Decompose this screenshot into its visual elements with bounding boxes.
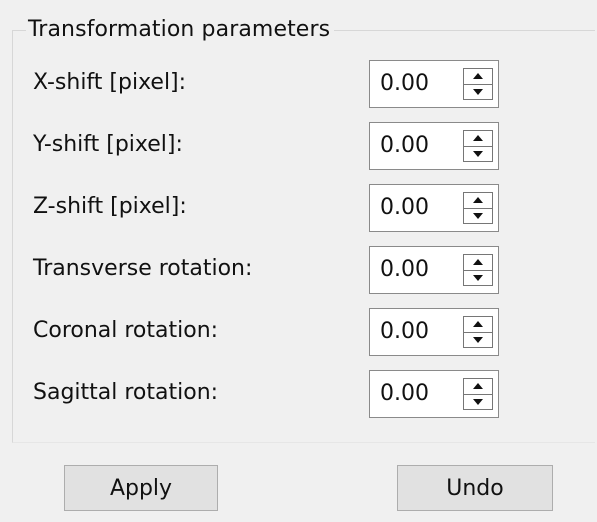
y-shift-value[interactable]: 0.00: [380, 129, 429, 163]
transverse-rotation-spinbox[interactable]: 0.00: [369, 246, 499, 294]
transverse-rotation-increment-button[interactable]: [464, 255, 492, 271]
sagittal-rotation-decrement-button[interactable]: [464, 395, 492, 410]
undo-button[interactable]: Undo: [397, 465, 553, 511]
arrow-down-icon: [473, 151, 483, 157]
y-shift-row: Y-shift [pixel]: 0.00: [0, 122, 597, 170]
transverse-rotation-spin-buttons: [463, 254, 493, 286]
x-shift-spinbox[interactable]: 0.00: [369, 60, 499, 108]
y-shift-spin-buttons: [463, 130, 493, 162]
arrow-down-icon: [473, 275, 483, 281]
z-shift-spinbox[interactable]: 0.00: [369, 184, 499, 232]
arrow-up-icon: [473, 259, 483, 265]
coronal-rotation-spin-buttons: [463, 316, 493, 348]
coronal-rotation-label: Coronal rotation:: [33, 318, 219, 343]
transverse-rotation-value[interactable]: 0.00: [380, 253, 429, 287]
arrow-up-icon: [473, 197, 483, 203]
z-shift-row: Z-shift [pixel]: 0.00: [0, 184, 597, 232]
x-shift-label: X-shift [pixel]:: [33, 70, 187, 95]
z-shift-spin-buttons: [463, 192, 493, 224]
y-shift-spinbox[interactable]: 0.00: [369, 122, 499, 170]
sagittal-rotation-increment-button[interactable]: [464, 379, 492, 395]
z-shift-label: Z-shift [pixel]:: [33, 194, 187, 219]
y-shift-decrement-button[interactable]: [464, 147, 492, 162]
sagittal-rotation-spinbox[interactable]: 0.00: [369, 370, 499, 418]
transverse-rotation-decrement-button[interactable]: [464, 271, 492, 286]
z-shift-increment-button[interactable]: [464, 193, 492, 209]
transformation-parameters-panel: Transformation parameters X-shift [pixel…: [0, 0, 597, 522]
sagittal-rotation-row: Sagittal rotation: 0.00: [0, 370, 597, 418]
x-shift-decrement-button[interactable]: [464, 85, 492, 100]
groupbox-title: Transformation parameters: [26, 15, 335, 45]
y-shift-increment-button[interactable]: [464, 131, 492, 147]
coronal-rotation-decrement-button[interactable]: [464, 333, 492, 348]
z-shift-value[interactable]: 0.00: [380, 191, 429, 225]
arrow-up-icon: [473, 383, 483, 389]
y-shift-label: Y-shift [pixel]:: [33, 132, 183, 157]
coronal-rotation-row: Coronal rotation: 0.00: [0, 308, 597, 356]
x-shift-increment-button[interactable]: [464, 69, 492, 85]
sagittal-rotation-label: Sagittal rotation:: [33, 380, 219, 405]
transverse-rotation-row: Transverse rotation: 0.00: [0, 246, 597, 294]
arrow-down-icon: [473, 89, 483, 95]
sagittal-rotation-spin-buttons: [463, 378, 493, 410]
coronal-rotation-value[interactable]: 0.00: [380, 315, 429, 349]
sagittal-rotation-value[interactable]: 0.00: [380, 377, 429, 411]
arrow-up-icon: [473, 73, 483, 79]
x-shift-row: X-shift [pixel]: 0.00: [0, 60, 597, 108]
z-shift-decrement-button[interactable]: [464, 209, 492, 224]
x-shift-value[interactable]: 0.00: [380, 67, 429, 101]
arrow-down-icon: [473, 337, 483, 343]
arrow-up-icon: [473, 321, 483, 327]
arrow-down-icon: [473, 399, 483, 405]
coronal-rotation-spinbox[interactable]: 0.00: [369, 308, 499, 356]
x-shift-spin-buttons: [463, 68, 493, 100]
coronal-rotation-increment-button[interactable]: [464, 317, 492, 333]
arrow-down-icon: [473, 213, 483, 219]
transverse-rotation-label: Transverse rotation:: [33, 256, 253, 281]
apply-button[interactable]: Apply: [64, 465, 218, 511]
arrow-up-icon: [473, 135, 483, 141]
